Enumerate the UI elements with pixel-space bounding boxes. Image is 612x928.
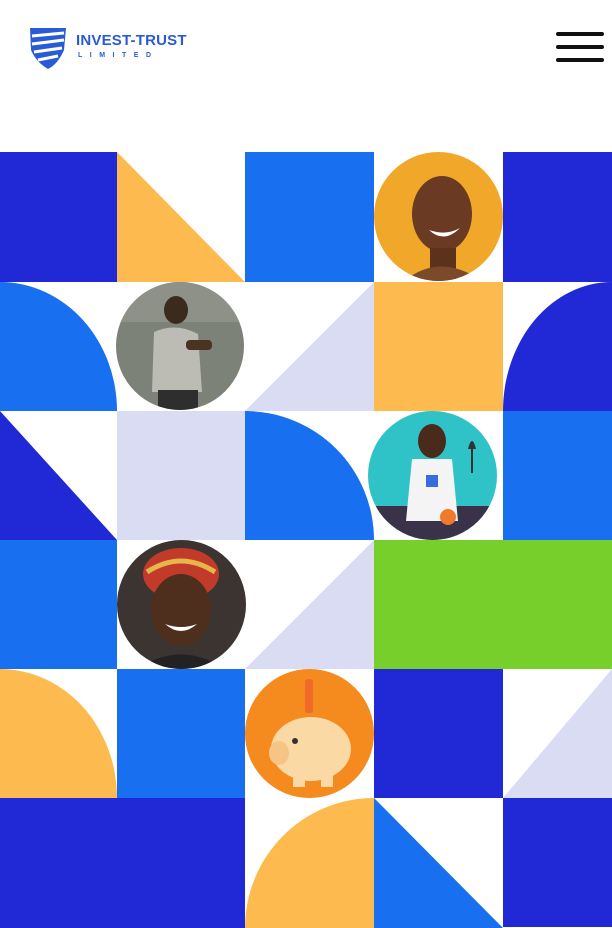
tile-square bbox=[503, 411, 612, 540]
brand-subtitle: LIMITED bbox=[78, 52, 159, 59]
tile-quarter-circle bbox=[0, 669, 117, 798]
site-header: INVEST-TRUST LIMITED bbox=[0, 0, 612, 100]
shield-logo-icon bbox=[30, 28, 66, 69]
tile-quarter-circle bbox=[245, 411, 374, 540]
tile-square bbox=[0, 540, 117, 669]
photo-woman-with-whisk bbox=[368, 411, 497, 540]
tile-square bbox=[503, 798, 612, 927]
tile-square bbox=[245, 152, 374, 282]
decorative-mosaic bbox=[0, 152, 612, 928]
brand-name: INVEST-TRUST bbox=[76, 32, 187, 49]
tile-rectangle bbox=[0, 798, 245, 928]
tile-triangle bbox=[503, 669, 612, 798]
photo-woman-headwrap bbox=[117, 540, 246, 669]
tile-triangle bbox=[374, 798, 503, 928]
brand-logo[interactable]: INVEST-TRUST LIMITED bbox=[28, 22, 208, 72]
tile-square bbox=[117, 669, 245, 798]
tile-triangle bbox=[117, 152, 245, 282]
tile-rectangle bbox=[374, 540, 612, 669]
tile-triangle bbox=[245, 540, 374, 669]
tile-square bbox=[374, 669, 503, 798]
photo-piggy-bank bbox=[245, 669, 374, 798]
tile-square bbox=[117, 411, 245, 540]
tile-quarter-circle bbox=[245, 798, 374, 928]
tile-square bbox=[0, 152, 117, 282]
tile-quarter-circle bbox=[0, 282, 117, 411]
tile-quarter-circle bbox=[503, 282, 612, 411]
tile-square bbox=[503, 152, 612, 282]
photo-woman-laughing bbox=[374, 152, 503, 281]
hamburger-menu-icon[interactable] bbox=[556, 32, 604, 62]
tile-triangle bbox=[245, 282, 374, 411]
photo-man-with-phone bbox=[116, 282, 244, 410]
tile-square bbox=[374, 282, 503, 411]
tile-triangle bbox=[0, 411, 117, 540]
